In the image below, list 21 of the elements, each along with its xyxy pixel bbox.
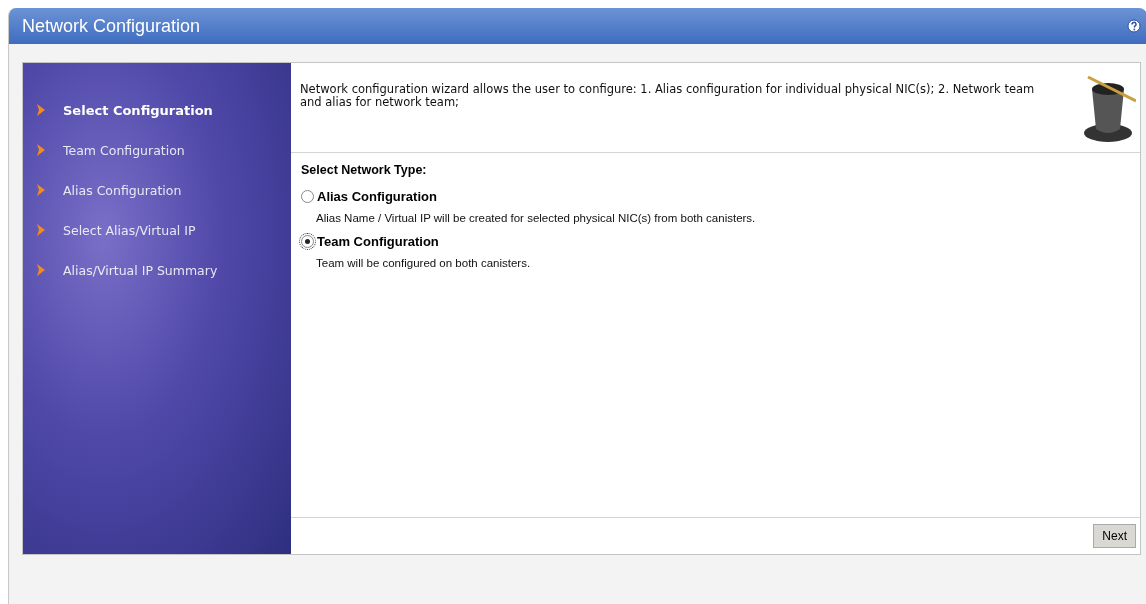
next-button[interactable]: Next	[1093, 524, 1136, 548]
radio-button[interactable]	[301, 235, 314, 248]
option-label: Team Configuration	[317, 234, 439, 249]
arrow-icon	[37, 224, 45, 236]
arrow-icon	[37, 104, 45, 116]
arrow-icon	[37, 184, 45, 196]
help-icon[interactable]	[1127, 19, 1141, 33]
wizard-step[interactable]: Alias Configuration	[63, 182, 182, 198]
option-hint: Team will be configured on both canisters.	[316, 257, 532, 269]
section-title: Select Network Type:	[301, 163, 428, 177]
description-text: Network configuration wizard allows the user to configure: 1. Alias configuration for individual physical NIC(s); 2. Network team and alias for network team;	[300, 83, 1036, 111]
option-hint: Alias Name / Virtual IP will be created for selected physical NIC(s) from both canisters.	[316, 212, 757, 224]
window-title: Network Configuration	[22, 15, 201, 37]
option-label: Alias Configuration	[317, 189, 437, 204]
wizard-step[interactable]: Alias/Virtual IP Summary	[63, 262, 218, 278]
wizard-step[interactable]: Select Alias/Virtual IP	[63, 222, 196, 238]
wizard-step[interactable]: Select Configuration	[63, 102, 213, 118]
wizard-step[interactable]: Team Configuration	[63, 142, 185, 158]
arrow-icon	[37, 144, 45, 156]
arrow-icon	[37, 264, 45, 276]
radio-button[interactable]	[301, 190, 314, 203]
